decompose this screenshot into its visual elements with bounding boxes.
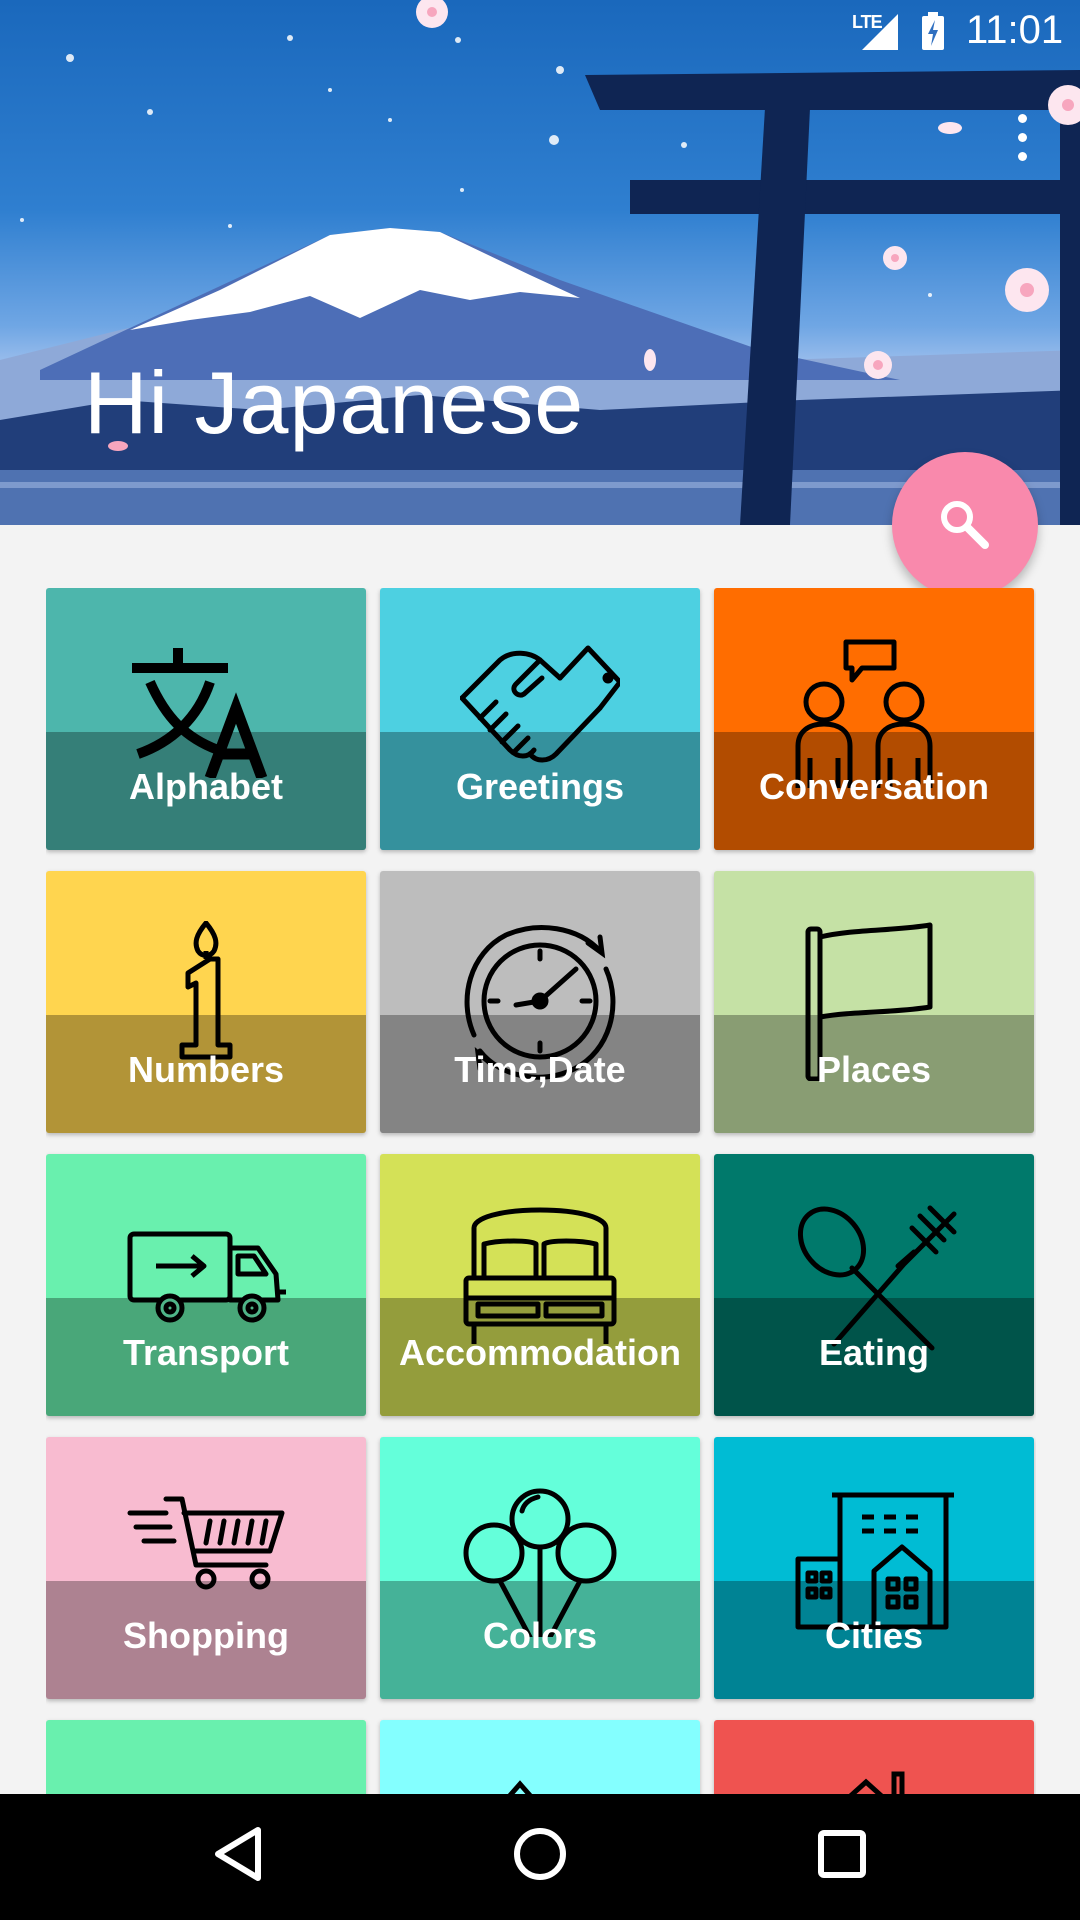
category-tile-partial[interactable]: [380, 1720, 700, 1794]
tile-icon-partial: [507, 1780, 533, 1794]
category-label: Shopping: [123, 1615, 289, 1656]
category-tile-numbers[interactable]: Numbers: [46, 871, 366, 1133]
clock-time: 11:01: [966, 8, 1064, 52]
category-label: Transport: [122, 1332, 290, 1373]
handshake-icon: [460, 645, 620, 763]
category-tile-accommodation[interactable]: Accommodation: [380, 1154, 700, 1416]
category-tile-shopping[interactable]: Shopping: [46, 1437, 366, 1699]
category-label: Conversation: [758, 766, 990, 807]
category-label: Accommodation: [398, 1332, 682, 1373]
category-label: Cities: [824, 1615, 924, 1656]
category-grid: Alphabet Greetings Conversation Numbers …: [46, 588, 1036, 1794]
category-tile-places[interactable]: Places: [714, 871, 1034, 1133]
category-tile-partial[interactable]: [46, 1720, 366, 1794]
category-label: Colors: [482, 1615, 597, 1656]
home-icon[interactable]: [510, 1824, 570, 1884]
category-tile-conversation[interactable]: Conversation: [714, 588, 1034, 850]
signal-icon: [862, 14, 898, 50]
battery-charging-icon: [922, 12, 944, 50]
category-tile-alphabet[interactable]: Alphabet: [46, 588, 366, 850]
search-button[interactable]: [892, 452, 1038, 598]
category-label: Time,Date: [454, 1049, 626, 1090]
app-title: Hi Japanese: [84, 353, 585, 452]
cart-icon: [127, 1496, 285, 1590]
category-tile-cities[interactable]: Cities: [714, 1437, 1034, 1699]
category-tile-greetings[interactable]: Greetings: [380, 588, 700, 850]
more-options-icon[interactable]: [1000, 108, 1044, 168]
recents-icon[interactable]: [812, 1824, 872, 1884]
app-header: LTE 11:01 Hi Japanese: [0, 0, 1080, 525]
system-navigation-bar: [0, 1794, 1080, 1920]
search-icon: [941, 501, 989, 549]
truck-icon: [127, 1231, 286, 1323]
category-label: Eating: [818, 1332, 929, 1373]
status-bar: LTE 11:01: [0, 0, 1080, 62]
category-tile-time-date[interactable]: Time,Date: [380, 871, 700, 1133]
category-tile-partial[interactable]: [714, 1720, 1034, 1794]
category-label: Places: [816, 1049, 932, 1090]
translate-icon: [132, 648, 268, 778]
category-tile-transport[interactable]: Transport: [46, 1154, 366, 1416]
back-icon[interactable]: [210, 1824, 270, 1884]
tile-icon-partial: [848, 1771, 905, 1794]
category-label: Numbers: [127, 1049, 285, 1090]
category-tile-eating[interactable]: Eating: [714, 1154, 1034, 1416]
category-tile-colors[interactable]: Colors: [380, 1437, 700, 1699]
category-label: Alphabet: [128, 766, 283, 807]
category-label: Greetings: [455, 766, 625, 807]
